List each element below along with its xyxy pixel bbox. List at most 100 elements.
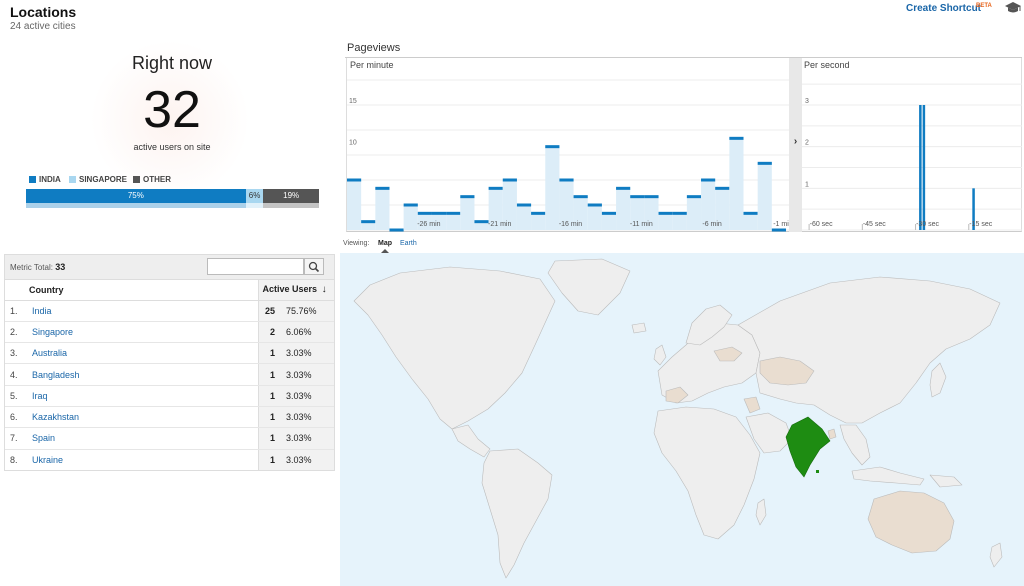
pageview-step [502, 178, 517, 182]
page-subtitle: 24 active cities [10, 21, 76, 32]
share-segment-shadow [26, 203, 246, 208]
graduation-cap-icon[interactable] [1005, 2, 1021, 14]
bangladesh-shape [827, 428, 837, 440]
pageview-step [601, 211, 617, 215]
active-users-percent: 3.03% [280, 427, 335, 450]
pageview-step [488, 186, 503, 190]
table-row[interactable]: 6. Kazakhstan 1 3.03% [4, 406, 335, 429]
pageview-bar [375, 188, 390, 230]
country-link[interactable]: Kazakhstan [29, 406, 258, 429]
create-shortcut-link[interactable]: Create Shortcut [906, 3, 981, 14]
pageview-step [616, 186, 631, 190]
active-users-value: 1 [257, 363, 280, 386]
tab-map[interactable]: Map [378, 240, 392, 247]
y-tick-label: 2 [805, 140, 809, 147]
pageview-bar [743, 213, 758, 230]
share-segment-shadow [263, 203, 319, 208]
user-share-bar: 75% 6% 19% [26, 189, 319, 203]
share-segment: 75% [26, 189, 246, 203]
pageview-bar [672, 213, 687, 230]
share-segment: 6% [245, 189, 264, 203]
beta-badge: BETA [976, 3, 992, 9]
pageview-step [417, 211, 432, 215]
pageview-step [630, 195, 645, 199]
pageview-bar [616, 188, 631, 230]
row-index: 7. [4, 427, 29, 450]
x-tick-label: -21 min [488, 221, 511, 228]
pageview-step [361, 220, 376, 224]
pageview-step [347, 178, 362, 182]
pageview-bar [403, 205, 418, 230]
active-users-percent: 6.06% [280, 321, 335, 344]
sort-desc-icon: ↓ [321, 284, 327, 296]
pageview-bar [347, 180, 362, 230]
pageview-bar [658, 213, 673, 230]
country-link[interactable]: Singapore [29, 321, 258, 344]
pageview-step [686, 195, 702, 199]
table-row[interactable]: 8. Ukraine 1 3.03% [4, 449, 335, 471]
active-users-percent: 75.76% [280, 300, 335, 322]
table-header-row: Country Active Users ↓ [4, 280, 335, 301]
pageview-step [531, 211, 546, 215]
new-guinea-shape [929, 474, 963, 488]
pageview-bar [729, 138, 744, 230]
pageview-step [403, 203, 418, 207]
country-header[interactable]: Country [29, 280, 258, 301]
row-index: 5. [4, 385, 29, 407]
tab-earth[interactable]: Earth [400, 240, 417, 247]
x-tick-label: -6 min [702, 221, 722, 228]
new-zealand-shape [989, 542, 1003, 568]
country-link[interactable]: Spain [29, 427, 258, 450]
pageview-step [545, 145, 560, 149]
country-link[interactable]: Iraq [29, 385, 258, 407]
chevron-right-icon[interactable]: › [790, 136, 801, 147]
table-row[interactable]: 7. Spain 1 3.03% [4, 427, 335, 450]
japan-shape [929, 362, 947, 398]
table-row[interactable]: 5. Iraq 1 3.03% [4, 385, 335, 407]
pageview-step [644, 195, 659, 199]
table-row[interactable]: 2. Singapore 2 6.06% [4, 321, 335, 344]
country-link[interactable]: India [29, 300, 258, 322]
table-row[interactable]: 3. Australia 1 3.03% [4, 342, 335, 365]
pageview-bar [757, 163, 772, 230]
world-map[interactable] [340, 253, 1024, 586]
pageview-step [389, 228, 404, 232]
pageview-bar [686, 196, 702, 230]
country-link[interactable]: Bangladesh [29, 363, 258, 386]
row-index: 1. [4, 300, 29, 322]
pageview-bar [601, 213, 617, 230]
legend-label: INDIA [39, 175, 61, 184]
pageview-step [715, 186, 730, 190]
active-users-value: 1 [257, 406, 280, 429]
pageview-step [559, 178, 574, 182]
table-row[interactable]: 1. India 25 75.76% [4, 300, 335, 322]
x-tick-label: -11 min [630, 221, 653, 228]
active-users-value: 1 [257, 427, 280, 450]
search-button[interactable] [304, 258, 324, 275]
pageview-step [672, 211, 687, 215]
country-link[interactable]: Ukraine [29, 449, 258, 471]
row-index: 3. [4, 342, 29, 365]
legend-item-india: INDIA [29, 175, 61, 184]
y-tick-label: 3 [805, 98, 809, 105]
metric-total-label: Metric Total: [10, 263, 53, 272]
active-users-value: 1 [257, 449, 280, 471]
pageview-step [587, 203, 602, 207]
pageview-step [446, 211, 461, 215]
locations-table: Country Active Users ↓ 1. India 25 75.76% 2.… [4, 280, 335, 471]
row-index: 4. [4, 363, 29, 386]
active-users-header[interactable]: Active Users ↓ [257, 280, 335, 301]
y-tick-label: 10 [349, 140, 357, 147]
country-link[interactable]: Australia [29, 342, 258, 365]
y-tick-label: 1 [805, 181, 809, 188]
pageview-step [474, 220, 489, 224]
active-users-percent: 3.03% [280, 385, 335, 407]
row-index: 6. [4, 406, 29, 429]
greenland-shape [547, 258, 631, 316]
pageview-step [460, 195, 475, 199]
page-title: Locations [10, 4, 77, 20]
search-input[interactable] [207, 258, 304, 275]
table-row[interactable]: 4. Bangladesh 1 3.03% [4, 363, 335, 386]
user-share-bar-shadow [26, 203, 319, 208]
x-tick-label: -45 sec [863, 221, 886, 228]
